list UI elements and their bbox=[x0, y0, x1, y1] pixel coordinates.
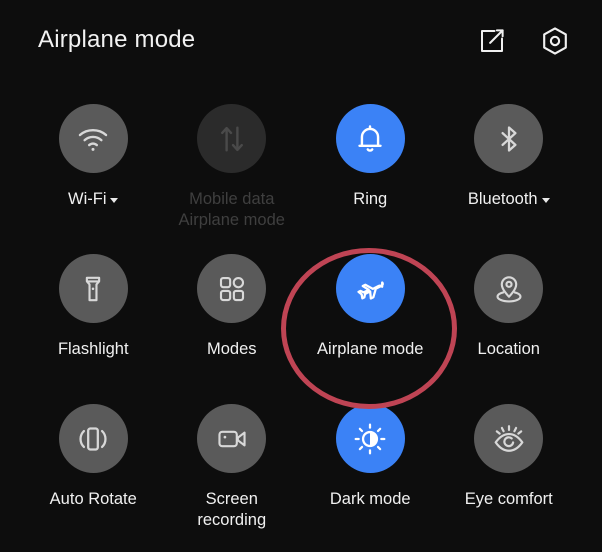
panel-header: Airplane mode bbox=[0, 0, 602, 86]
tile-modes-circle bbox=[197, 254, 267, 323]
tile-screen-recording[interactable]: Screen recording bbox=[163, 404, 302, 538]
tile-wifi-label: Wi-Fi bbox=[68, 189, 119, 210]
page-title: Airplane mode bbox=[38, 26, 196, 53]
tile-dark-mode-circle bbox=[335, 404, 405, 473]
auto-rotate-icon bbox=[76, 422, 110, 456]
tile-eye-comfort-label: Eye comfort bbox=[465, 489, 553, 510]
tile-label-text-line2: Airplane mode bbox=[178, 211, 285, 229]
tile-location-label: Location bbox=[478, 339, 540, 360]
chevron-down-icon[interactable] bbox=[541, 198, 550, 203]
tile-label-text: Location bbox=[477, 340, 540, 358]
wifi-icon bbox=[76, 122, 110, 156]
tile-bluetooth-label: Bluetooth bbox=[468, 189, 550, 210]
mobile-data-icon bbox=[215, 122, 249, 156]
tile-eye-comfort[interactable]: Eye comfort bbox=[440, 404, 579, 538]
bluetooth-icon bbox=[493, 123, 525, 155]
tile-mobile-data[interactable]: Mobile data Airplane mode bbox=[163, 104, 302, 238]
tile-auto-rotate-circle bbox=[58, 404, 128, 473]
tile-bluetooth-circle bbox=[474, 104, 544, 173]
tile-ring-circle bbox=[335, 104, 405, 173]
tile-location[interactable]: Location bbox=[440, 254, 579, 388]
quick-settings-panel: Airplane mode Wi-Fi Mobile data Airplane… bbox=[0, 0, 602, 552]
screen-recording-icon bbox=[216, 423, 248, 455]
tile-wifi[interactable]: Wi-Fi bbox=[24, 104, 163, 238]
tile-label-text: Auto Rotate bbox=[49, 490, 137, 508]
tile-location-circle bbox=[474, 254, 544, 323]
eye-comfort-icon bbox=[492, 422, 526, 456]
tile-airplane-mode-circle bbox=[335, 254, 405, 323]
flashlight-icon bbox=[77, 273, 109, 305]
tile-label-text: Dark mode bbox=[329, 490, 411, 508]
tile-label-text: Bluetooth bbox=[467, 190, 538, 208]
tile-flashlight[interactable]: Flashlight bbox=[24, 254, 163, 388]
tile-auto-rotate[interactable]: Auto Rotate bbox=[24, 404, 163, 538]
tile-dark-mode[interactable]: Dark mode bbox=[301, 404, 440, 538]
tile-modes[interactable]: Modes bbox=[163, 254, 302, 388]
tile-modes-label: Modes bbox=[207, 339, 257, 360]
tile-bluetooth[interactable]: Bluetooth bbox=[440, 104, 579, 238]
tile-airplane-mode-label: Airplane mode bbox=[317, 339, 423, 360]
tile-auto-rotate-label: Auto Rotate bbox=[50, 489, 137, 510]
tile-label-text: Screen bbox=[205, 490, 258, 508]
modes-grid-icon bbox=[217, 274, 247, 304]
tile-label-text-line2: recording bbox=[197, 511, 267, 529]
tile-label-text: Ring bbox=[353, 190, 388, 208]
tile-mobile-data-circle bbox=[197, 104, 267, 173]
tile-screen-recording-label: Screen recording bbox=[197, 489, 266, 531]
tile-dark-mode-label: Dark mode bbox=[330, 489, 411, 510]
tile-ring[interactable]: Ring bbox=[301, 104, 440, 238]
chevron-down-icon[interactable] bbox=[110, 198, 119, 203]
tile-label-text: Wi-Fi bbox=[68, 190, 107, 208]
tile-mobile-data-label: Mobile data Airplane mode bbox=[179, 189, 285, 231]
bell-icon bbox=[353, 122, 387, 156]
tile-ring-label: Ring bbox=[353, 189, 387, 210]
airplane-icon bbox=[353, 272, 387, 306]
header-actions bbox=[475, 24, 572, 58]
tile-label-text: Airplane mode bbox=[317, 340, 424, 358]
tile-flashlight-label: Flashlight bbox=[58, 339, 129, 360]
brightness-icon bbox=[353, 422, 387, 456]
tile-eye-comfort-circle bbox=[474, 404, 544, 473]
settings-hexagon-icon[interactable] bbox=[538, 24, 572, 58]
tile-label-text: Eye comfort bbox=[464, 490, 553, 508]
location-pin-icon bbox=[493, 273, 525, 305]
tile-wifi-circle bbox=[58, 104, 128, 173]
tile-label-text: Modes bbox=[206, 340, 257, 358]
tile-label-text: Flashlight bbox=[57, 340, 129, 358]
tile-label-text: Mobile data bbox=[189, 190, 275, 208]
tile-airplane-mode[interactable]: Airplane mode bbox=[301, 254, 440, 388]
edit-square-icon[interactable] bbox=[475, 24, 509, 58]
tile-flashlight-circle bbox=[58, 254, 128, 323]
quick-settings-tile-grid: Wi-Fi Mobile data Airplane mode Ring Blu… bbox=[0, 104, 602, 538]
tile-screen-recording-circle bbox=[197, 404, 267, 473]
